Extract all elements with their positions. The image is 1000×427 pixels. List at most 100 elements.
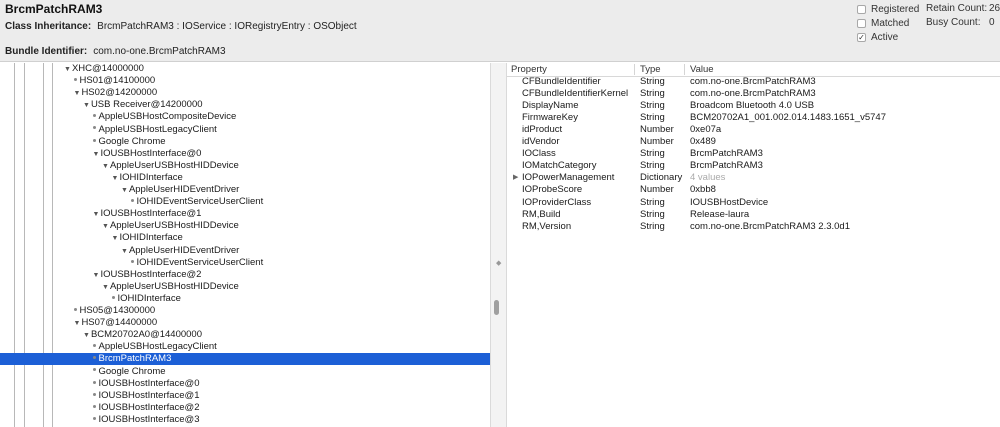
tree-row[interactable]: ▼IOUSBHostInterface@1: [0, 208, 490, 220]
property-row[interactable]: CFBundleIdentifier String com.no-one.BrcmP…: [507, 76, 1000, 88]
column-header-type[interactable]: Type: [640, 63, 661, 76]
tree-row[interactable]: AppleUSBHostLegacyClient: [0, 341, 490, 353]
property-value: BrcmPatchRAM3: [690, 160, 763, 172]
leaf-connector-icon: [92, 344, 96, 348]
tree-row[interactable]: ▼AppleUserUSBHostHIDDevice: [0, 160, 490, 172]
matched-label: Matched: [871, 18, 910, 29]
property-value: 0x489: [690, 136, 716, 148]
leaf-connector-icon: [92, 368, 96, 372]
disclosure-triangle-icon[interactable]: ▼: [102, 284, 109, 291]
tree-row[interactable]: ▼AppleUserUSBHostHIDDevice: [0, 220, 490, 232]
property-name: idProduct: [522, 124, 563, 136]
disclosure-triangle-icon[interactable]: ▼: [93, 211, 100, 218]
property-value: BCM20702A1_001.002.014.1483.1651_v5747: [690, 112, 886, 124]
tree-node: IOUSBHostInterface@3: [92, 414, 200, 426]
tree-node: ▼USB Receiver@14200000: [83, 99, 203, 112]
property-row[interactable]: RM,Build String Release-laura: [507, 209, 1000, 221]
tree-row[interactable]: Google Chrome: [0, 136, 490, 148]
property-type: Number: [640, 136, 674, 148]
tree-node-label: HS05@14300000: [79, 305, 156, 316]
tree-row[interactable]: ▼XHC@14000000: [0, 63, 490, 75]
column-divider[interactable]: [684, 64, 685, 75]
property-row[interactable]: IOProviderClass String IOUSBHostDevice: [507, 197, 1000, 209]
tree-node-label: XHC@14000000: [71, 63, 144, 74]
property-type: String: [640, 88, 665, 100]
property-row[interactable]: DisplayName String Broadcom Bluetooth 4.0 …: [507, 100, 1000, 112]
tree-row[interactable]: ▼IOUSBHostInterface@0: [0, 148, 490, 160]
tree-row[interactable]: ▼IOHIDInterface: [0, 232, 490, 244]
tree-node-label: IOUSBHostInterface@0: [100, 147, 202, 159]
tree-row[interactable]: HS05@14300000: [0, 305, 490, 317]
tree-row[interactable]: Google Chrome: [0, 366, 490, 378]
tree-row[interactable]: IOUSBHostInterface@1: [0, 390, 490, 402]
tree-row[interactable]: ▼AppleUserHIDEventDriver: [0, 184, 490, 196]
tree-row[interactable]: AppleUSBHostCompositeDevice: [0, 111, 490, 123]
disclosure-triangle-icon[interactable]: ▼: [102, 223, 109, 230]
disclosure-triangle-icon[interactable]: ▼: [112, 235, 119, 242]
tree-node-label: AppleUserHIDEventDriver: [128, 184, 240, 195]
disclosure-triangle-icon[interactable]: ▼: [83, 102, 90, 109]
tree-row[interactable]: BrcmPatchRAM3: [0, 353, 490, 366]
disclosure-triangle-icon[interactable]: ▼: [83, 332, 90, 339]
leaf-connector-icon: [92, 356, 96, 360]
splitter-grip-icon: ◆: [496, 260, 502, 267]
disclosure-triangle-icon[interactable]: ▼: [121, 248, 128, 255]
tree-node: IOUSBHostInterface@0: [92, 377, 200, 390]
property-row[interactable]: idProduct Number 0xe07a: [507, 124, 1000, 136]
tree-row[interactable]: IOUSBHostInterface@2: [0, 402, 490, 414]
tree-row[interactable]: ▼HS07@14400000: [0, 317, 490, 329]
tree-node-label: IOHIDInterface: [119, 232, 183, 244]
leaf-connector-icon: [130, 199, 134, 203]
tree-row[interactable]: IOUSBHostInterface@3: [0, 414, 490, 426]
tree-row[interactable]: IOHIDEventServiceUserClient: [0, 257, 490, 269]
tree-node-label: IOUSBHostInterface@0: [98, 377, 200, 389]
disclosure-triangle-icon[interactable]: ▶: [513, 172, 518, 184]
tree-node: Google Chrome: [92, 366, 166, 378]
properties-table[interactable]: Property Type Value CFBundleIdentifier St…: [507, 63, 1000, 427]
property-row[interactable]: RM,Version String com.no-one.BrcmPatchRAM3…: [507, 221, 1000, 233]
property-name: CFBundleIdentifierKernel: [522, 88, 629, 100]
tree-scrollbar-thumb[interactable]: [494, 300, 499, 315]
disclosure-triangle-icon[interactable]: ▼: [102, 163, 109, 170]
column-header-property[interactable]: Property: [511, 63, 547, 76]
tree-row[interactable]: ▼IOHIDInterface: [0, 172, 490, 184]
property-row[interactable]: CFBundleIdentifierKernel String com.no-one…: [507, 88, 1000, 100]
disclosure-triangle-icon[interactable]: ▼: [74, 320, 81, 327]
property-row[interactable]: IOClass String BrcmPatchRAM3: [507, 148, 1000, 160]
property-row[interactable]: IOMatchCategory String BrcmPatchRAM3: [507, 160, 1000, 172]
tree-node: IOHIDInterface: [111, 293, 181, 305]
pane-splitter[interactable]: ◆: [490, 63, 507, 427]
property-row[interactable]: ▶ IOPowerManagement Dictionary 4 values: [507, 172, 1000, 184]
class-inheritance: Class Inheritance: BrcmPatchRAM3 : IOServ…: [5, 21, 357, 32]
property-value: 4 values: [690, 172, 726, 184]
property-row[interactable]: idVendor Number 0x489: [507, 136, 1000, 148]
column-divider[interactable]: [634, 64, 635, 75]
tree-row[interactable]: ▼AppleUserUSBHostHIDDevice: [0, 281, 490, 293]
disclosure-triangle-icon[interactable]: ▼: [93, 272, 100, 279]
registry-tree[interactable]: ▼XHC@14000000 HS01@14100000 ▼HS02@14200000…: [0, 63, 490, 427]
tree-row[interactable]: IOUSBHostInterface@0: [0, 378, 490, 390]
tree-row[interactable]: HS01@14100000: [0, 75, 490, 87]
tree-row[interactable]: ▼IOUSBHostInterface@2: [0, 269, 490, 281]
tree-row[interactable]: ▼AppleUserHIDEventDriver: [0, 245, 490, 257]
property-row[interactable]: FirmwareKey String BCM20702A1_001.002.014.…: [507, 112, 1000, 124]
tree-row[interactable]: ▼USB Receiver@14200000: [0, 99, 490, 111]
disclosure-triangle-icon[interactable]: ▼: [74, 90, 81, 97]
tree-row[interactable]: ▼BCM20702A0@14400000: [0, 329, 490, 341]
leaf-connector-icon: [73, 78, 77, 82]
column-header-value[interactable]: Value: [690, 63, 714, 76]
tree-row[interactable]: AppleUSBHostLegacyClient: [0, 124, 490, 136]
tree-row[interactable]: IOHIDInterface: [0, 293, 490, 305]
tree-node: Google Chrome: [92, 136, 166, 148]
disclosure-triangle-icon[interactable]: ▼: [121, 187, 128, 194]
property-type: String: [640, 112, 665, 124]
tree-node-label: IOHIDInterface: [119, 171, 183, 183]
disclosure-triangle-icon[interactable]: ▼: [64, 66, 71, 73]
disclosure-triangle-icon[interactable]: ▼: [93, 151, 100, 158]
disclosure-triangle-icon[interactable]: ▼: [112, 175, 119, 182]
tree-row[interactable]: ▼HS02@14200000: [0, 87, 490, 99]
tree-row[interactable]: IOHIDEventServiceUserClient: [0, 196, 490, 208]
tree-node-label: IOUSBHostInterface@2: [98, 401, 200, 413]
active-label: Active: [871, 32, 899, 43]
property-row[interactable]: IOProbeScore Number 0xbb8: [507, 184, 1000, 196]
